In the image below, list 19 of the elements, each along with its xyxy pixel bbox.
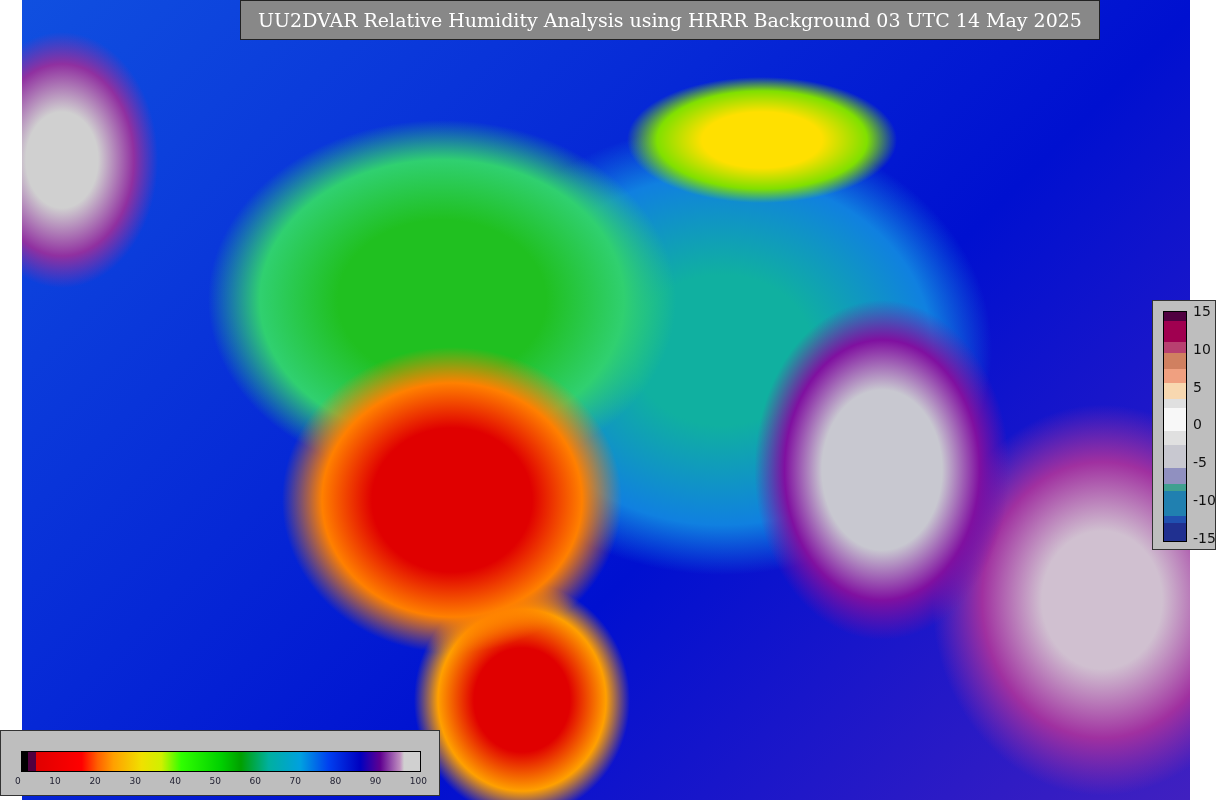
tick-label: 50 xyxy=(209,775,221,788)
tick-label: 40 xyxy=(169,775,181,788)
tick-label: 80 xyxy=(329,775,342,788)
tick-label: 70 xyxy=(289,775,302,788)
tick-label: 60 xyxy=(249,775,261,788)
tick-label: 5 xyxy=(1193,377,1203,397)
tick-label: -5 xyxy=(1193,453,1208,473)
tick-label: 10 xyxy=(1193,339,1212,359)
tick-label: 0 xyxy=(15,775,21,788)
tick-label: 10 xyxy=(49,775,61,788)
tick-label: 20 xyxy=(89,775,101,788)
tick-label: -10 xyxy=(1193,491,1216,511)
tick-label: 100 xyxy=(409,775,427,788)
tick-label: -15 xyxy=(1193,528,1216,548)
tick-label: 90 xyxy=(369,775,382,788)
tick-label: 30 xyxy=(129,775,141,788)
map-title: UU2DVAR Relative Humidity Analysis using HRRR Background 03 UTC 14 May 2025 xyxy=(240,0,1100,40)
tick-label: 0 xyxy=(1193,415,1203,435)
tick-label: 15 xyxy=(1193,302,1212,321)
